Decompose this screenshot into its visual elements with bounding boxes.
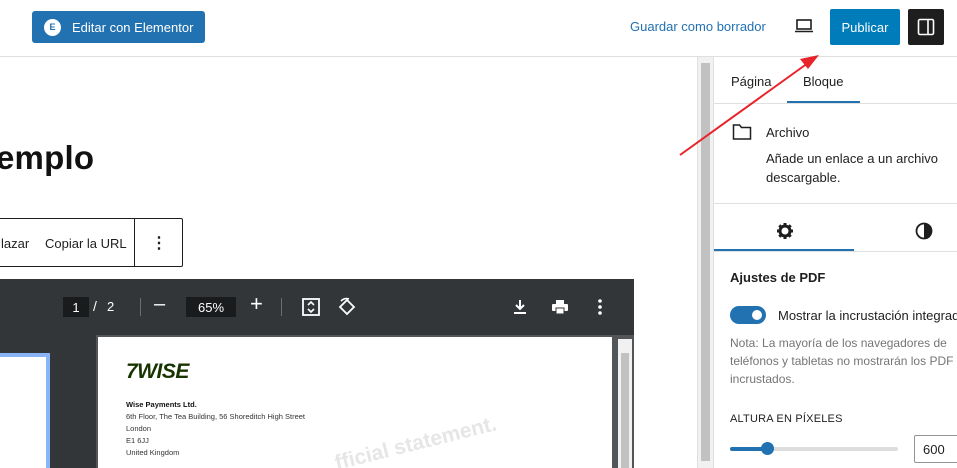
editor-canvas: emplo lazar Copiar la URL ⋮ 1 / 2 – 65% …: [0, 57, 697, 468]
block-title: Archivo: [766, 125, 810, 140]
zoom-input[interactable]: 65%: [186, 297, 236, 317]
pdf-embed[interactable]: 1 / 2 – 65% + 7WISE Wise Payments Ltd. 6…: [0, 279, 634, 468]
block-toolbar: lazar Copiar la URL ⋮: [0, 218, 183, 267]
zoom-in-button[interactable]: +: [250, 291, 263, 317]
section-title: Ajustes de PDF: [730, 270, 826, 285]
height-input[interactable]: 600: [914, 435, 957, 463]
fit-page-button[interactable]: [301, 297, 321, 317]
wise-logo: 7WISE: [126, 360, 189, 383]
thumbnail-rail: [0, 335, 96, 468]
elementor-button-label: Editar con Elementor: [72, 19, 194, 35]
page-total: 2: [107, 299, 115, 314]
address-line: 6th Floor, The Tea Building, 56 Shoredit…: [126, 412, 306, 421]
tab-page[interactable]: Página: [731, 74, 771, 89]
pdf-toolbar: 1 / 2 – 65% +: [0, 279, 634, 335]
copy-url-button[interactable]: Copiar la URL: [45, 236, 127, 251]
block-description: Añade un enlace a un archivo descargable…: [766, 151, 939, 185]
editor-scrollbar[interactable]: [697, 57, 713, 468]
divider: [714, 251, 957, 252]
help-note: Nota: La mayoría de los navegadores de t…: [730, 336, 954, 386]
toolbar-divider: [140, 298, 141, 316]
height-label: ALTURA EN PÍXELES: [730, 413, 843, 425]
address-line: London: [126, 424, 152, 433]
tab-block[interactable]: Bloque: [803, 74, 843, 89]
folder-icon: [732, 123, 752, 141]
settings-sidebar: Página Bloque Archivo Añade un enlace a …: [713, 57, 957, 468]
publish-button[interactable]: Publicar: [830, 9, 900, 45]
print-button[interactable]: [550, 297, 570, 317]
preview-button[interactable]: [793, 16, 815, 36]
tab-styles[interactable]: [914, 221, 934, 241]
page-thumbnail[interactable]: [0, 353, 50, 468]
fit-page-icon: [302, 298, 320, 316]
height-slider-track[interactable]: [730, 447, 898, 451]
more-vertical-icon: [598, 299, 602, 315]
sidebar-panel-icon: [917, 18, 935, 36]
toggle-knob: [752, 310, 762, 320]
pdf-scrollbar-thumb[interactable]: [621, 353, 629, 468]
company-name: Wise Payments Ltd.: [126, 400, 197, 409]
address-line: United Kingdom: [126, 448, 180, 457]
pdf-scrollbar[interactable]: [618, 339, 632, 468]
pdf-page: 7WISE Wise Payments Ltd. 6th Floor, The …: [98, 337, 612, 468]
toolbar-divider: [281, 298, 282, 316]
gear-icon: [777, 223, 793, 239]
save-draft-button[interactable]: Guardar como borrador: [630, 19, 766, 34]
print-icon: [552, 300, 568, 315]
contrast-icon: [915, 222, 933, 240]
laptop-icon: [795, 19, 813, 33]
pdf-more-button[interactable]: [590, 297, 610, 317]
elementor-icon: E: [44, 18, 61, 36]
more-options-button[interactable]: ⋮: [135, 219, 183, 266]
page-separator: /: [93, 298, 97, 314]
replace-button[interactable]: lazar: [1, 236, 29, 251]
edit-with-elementor-button[interactable]: E Editar con Elementor: [32, 11, 205, 43]
rotate-button[interactable]: [337, 297, 357, 317]
download-icon: [514, 300, 526, 314]
editor-scrollbar-thumb[interactable]: [701, 63, 710, 461]
editor-topbar: E Editar con Elementor Guardar como borr…: [0, 0, 957, 57]
tab-settings[interactable]: [775, 221, 795, 241]
zoom-out-button[interactable]: –: [154, 293, 165, 316]
embed-toggle[interactable]: [730, 306, 766, 324]
page-title[interactable]: emplo: [0, 139, 94, 177]
divider: [714, 103, 957, 104]
download-button[interactable]: [510, 297, 530, 317]
settings-toggle-button[interactable]: [908, 9, 944, 45]
statement-watermark: fficial statement.: [332, 412, 499, 468]
divider: [714, 203, 957, 204]
page-number-input[interactable]: 1: [63, 297, 89, 317]
toggle-label[interactable]: Mostrar la incrustación integrada: [778, 308, 957, 323]
address-line: E1 6JJ: [126, 436, 149, 445]
rotate-icon: [338, 297, 356, 316]
height-slider-thumb[interactable]: [760, 442, 774, 455]
